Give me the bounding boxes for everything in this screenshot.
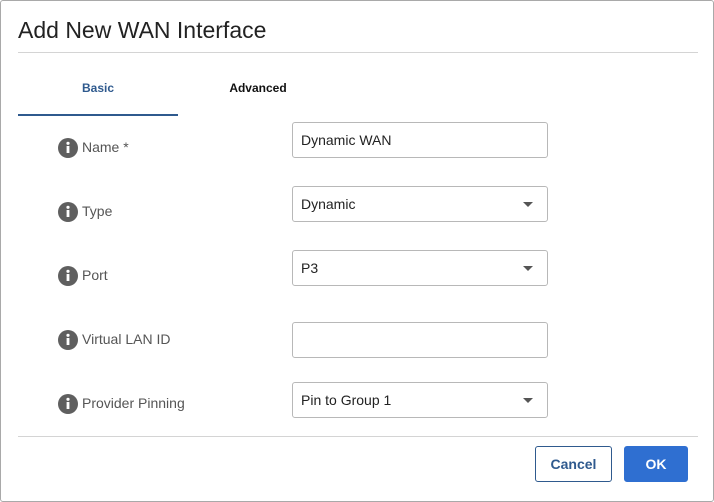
tab-advanced[interactable]: Advanced — [178, 67, 338, 116]
chevron-down-icon[interactable] — [523, 398, 533, 403]
chevron-down-icon[interactable] — [523, 266, 533, 271]
port-select[interactable]: P3 — [292, 250, 548, 286]
provider-pinning-select[interactable]: Pin to Group 1 — [292, 382, 548, 418]
vlan-row: Virtual LAN ID — [56, 322, 556, 366]
info-icon[interactable] — [58, 330, 78, 350]
provider-pinning-label: Provider Pinning — [82, 395, 185, 411]
type-row: Type Dynamic — [56, 186, 556, 238]
type-select[interactable]: Dynamic — [292, 186, 548, 222]
cancel-button[interactable]: Cancel — [535, 446, 612, 482]
vlan-field[interactable] — [292, 322, 548, 358]
title-divider — [18, 52, 698, 53]
provider-pinning-selected-value: Pin to Group 1 — [301, 392, 392, 408]
name-field[interactable] — [292, 122, 548, 158]
wan-interface-dialog: Add New WAN Interface Basic Advanced Nam… — [0, 0, 714, 502]
vlan-input[interactable] — [301, 323, 539, 357]
type-label: Type — [82, 203, 113, 219]
vlan-label: Virtual LAN ID — [82, 331, 171, 347]
name-label: Name * — [82, 139, 129, 155]
info-icon[interactable] — [58, 202, 78, 222]
type-selected-value: Dynamic — [301, 196, 356, 212]
chevron-down-icon[interactable] — [523, 202, 533, 207]
dialog-title: Add New WAN Interface — [18, 17, 267, 43]
info-icon[interactable] — [58, 138, 78, 158]
tab-basic[interactable]: Basic — [18, 67, 178, 116]
info-icon[interactable] — [58, 394, 78, 414]
port-selected-value: P3 — [301, 260, 319, 276]
info-icon[interactable] — [58, 266, 78, 286]
ok-button[interactable]: OK — [624, 446, 688, 482]
name-input[interactable] — [301, 123, 539, 157]
tab-bar: Basic Advanced — [18, 67, 338, 116]
name-row: Name * — [56, 122, 556, 174]
port-label: Port — [82, 267, 108, 283]
port-row: Port P3 — [56, 250, 556, 302]
footer-divider — [18, 436, 698, 437]
provider-pinning-row: Provider Pinning Pin to Group 1 — [56, 382, 556, 430]
